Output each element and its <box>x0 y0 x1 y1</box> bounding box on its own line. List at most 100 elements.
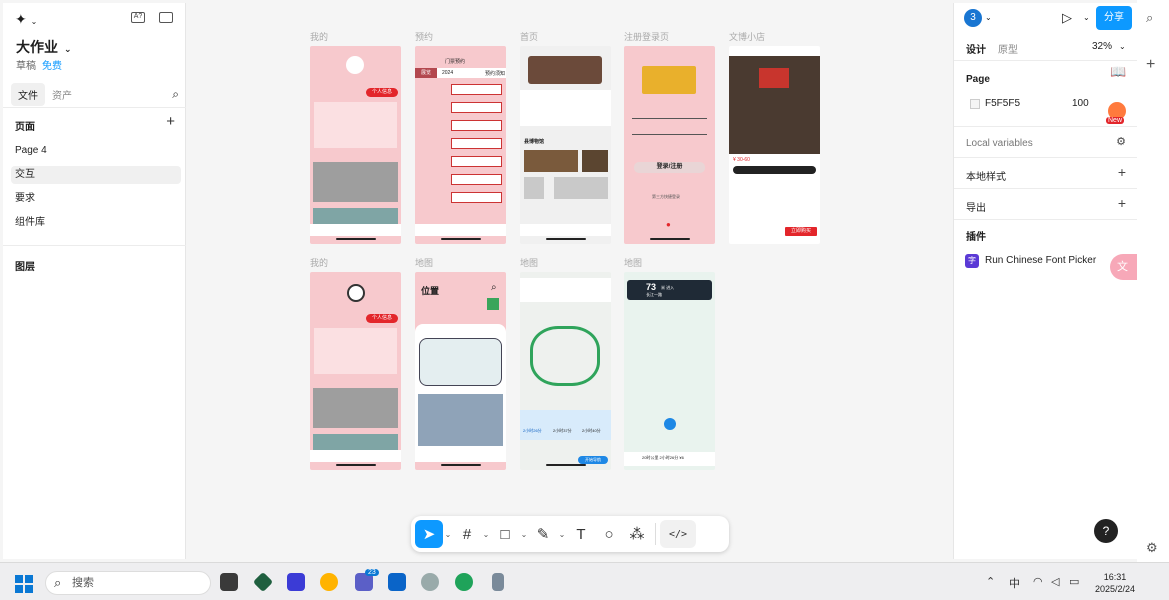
frame-label[interactable]: 地图 <box>520 256 538 269</box>
time-slot[interactable] <box>451 120 502 131</box>
frame-navigation[interactable]: 73 米 进入 长江一路 20时公里 2小时26分 ¥6 <box>624 272 715 470</box>
plan-badge[interactable]: 免费 <box>42 61 62 72</box>
tab-notice[interactable]: 预约须知 <box>485 70 505 77</box>
chevron-down-icon[interactable]: ⌄ <box>1119 42 1126 51</box>
taskbar-clock[interactable]: 16:31 2025/2/24 <box>1095 571 1135 595</box>
assistant-avatar[interactable]: New <box>1106 100 1128 124</box>
text-tool-icon[interactable]: T <box>567 520 595 548</box>
search-icon[interactable]: ⌕ <box>491 282 497 293</box>
ime-indicator[interactable]: 中 <box>1009 575 1020 591</box>
page-item-interaction[interactable]: 交互 <box>11 166 181 184</box>
app-icon[interactable] <box>421 573 439 591</box>
chevron-down-icon[interactable]: ⌄ <box>557 530 567 539</box>
settings-app-icon[interactable] <box>320 573 338 591</box>
frame-shop[interactable]: ¥ 30-60 立即购买 <box>729 46 820 244</box>
personal-info-button[interactable]: 个人信息 <box>366 314 398 323</box>
gear-icon[interactable]: ⚙ <box>1146 540 1158 556</box>
volume-icon[interactable]: ◁ <box>1051 575 1059 588</box>
start-navigation-button[interactable]: 开始导航 <box>578 456 608 464</box>
drafts-link[interactable]: 草稿 <box>16 61 36 72</box>
login-button[interactable]: 登录/注册 <box>634 162 705 173</box>
chevron-down-icon[interactable]: ⌄ <box>64 44 72 54</box>
personal-info-button[interactable]: 个人信息 <box>366 88 398 97</box>
route-time[interactable]: 2小时26分 <box>523 428 542 434</box>
comment-tool-icon[interactable]: ○ <box>595 520 623 548</box>
plugin-icon[interactable]: 字 <box>965 254 979 268</box>
present-icon[interactable]: ▷ <box>1062 10 1072 26</box>
frame-label[interactable]: 首页 <box>520 30 538 43</box>
frame-label[interactable]: 注册登录页 <box>624 30 669 43</box>
add-export-icon[interactable]: + <box>1118 195 1126 211</box>
tab-prototype[interactable]: 原型 <box>998 41 1018 56</box>
chevron-down-icon[interactable]: ⌄ <box>519 530 529 539</box>
time-slot[interactable] <box>451 84 502 95</box>
phone-field[interactable] <box>632 118 707 119</box>
page-item-requirements[interactable]: 要求 <box>11 190 181 208</box>
user-avatar[interactable]: 3 <box>964 9 982 27</box>
frame-home[interactable]: 县博物馆 <box>520 46 611 244</box>
tray-chevron-icon[interactable]: ⌃ <box>986 575 995 588</box>
frame-label[interactable]: 预约 <box>415 30 433 43</box>
taskbar-search[interactable]: 搜索 <box>45 571 211 595</box>
add-style-icon[interactable]: + <box>1118 164 1126 180</box>
zoom-level[interactable]: 32% <box>1092 41 1112 52</box>
project-title[interactable]: 大作业 ⌄ <box>16 37 72 57</box>
time-slot[interactable] <box>451 174 502 185</box>
shop-option[interactable] <box>733 166 816 174</box>
buy-now-button[interactable]: 立即购买 <box>785 227 817 236</box>
app-icon[interactable] <box>252 571 274 593</box>
wifi-icon[interactable]: ◠ <box>1033 575 1043 588</box>
figma-menu-icon[interactable]: ✦ ⌄ <box>15 11 37 28</box>
time-slot[interactable] <box>451 138 502 149</box>
tab-files[interactable]: 文件 <box>11 83 45 106</box>
battery-icon[interactable]: ▭ <box>1069 575 1079 588</box>
translate-icon[interactable]: 文 <box>1110 254 1140 280</box>
frame-label[interactable]: 地图 <box>624 256 642 269</box>
frame-reservation[interactable]: 门票预约 展览 2024 预约须知 <box>415 46 506 244</box>
route-time[interactable]: 2小时40分 <box>582 428 601 434</box>
move-tool-icon[interactable]: ➤ <box>415 520 443 548</box>
design-canvas[interactable]: 我的 预约 首页 注册登录页 文博小店 个人信息 门票预约 展览 2024 预约… <box>187 0 953 562</box>
frame-label[interactable]: 我的 <box>310 256 328 269</box>
variables-icon[interactable]: ⚙ <box>1116 135 1126 148</box>
page-color-swatch[interactable] <box>970 99 980 109</box>
frame-label[interactable]: 文博小店 <box>729 30 765 43</box>
frame-label[interactable]: 我的 <box>310 30 328 43</box>
search-icon[interactable]: ⌕ <box>1146 10 1153 26</box>
actions-tool-icon[interactable]: ⁂ <box>623 520 651 548</box>
book-icon[interactable]: 📖 <box>1110 64 1126 80</box>
edge-icon[interactable] <box>455 573 473 591</box>
tab-design[interactable]: 设计 <box>966 41 986 56</box>
terminal-icon[interactable] <box>220 573 238 591</box>
chevron-down-icon[interactable]: ⌄ <box>481 530 491 539</box>
chevron-down-icon[interactable]: ⌄ <box>443 530 453 539</box>
page-opacity[interactable]: 100 <box>1072 98 1089 109</box>
pen-tool-icon[interactable]: ✎ <box>529 520 557 548</box>
wechat-icon[interactable]: ● <box>666 220 671 229</box>
frame-tool-icon[interactable]: # <box>453 520 481 548</box>
share-button[interactable]: 分享 <box>1096 6 1132 30</box>
frame-mine[interactable]: 个人信息 <box>310 46 401 244</box>
frame-label[interactable]: 地图 <box>415 256 433 269</box>
sidebar-toggle-icon[interactable] <box>159 12 173 23</box>
page-item-page4[interactable]: Page 4 <box>11 142 181 160</box>
tab-assets[interactable]: 资产 <box>45 83 79 106</box>
frame-location[interactable]: 位置 ⌕ <box>415 272 506 470</box>
help-button[interactable]: ? <box>1094 519 1118 543</box>
tab-exhibition[interactable]: 展览 <box>415 68 437 78</box>
page-item-components[interactable]: 组件库 <box>11 214 181 232</box>
route-options[interactable] <box>520 410 611 440</box>
search-icon[interactable]: ⌕ <box>172 87 179 102</box>
app-icon[interactable] <box>492 573 504 591</box>
code-field[interactable] <box>632 134 707 135</box>
dev-mode-icon[interactable]: </> <box>660 520 696 548</box>
plugin-run-chinese-font-picker[interactable]: Run Chinese Font Picker <box>985 255 1096 266</box>
local-variables-label[interactable]: Local variables <box>966 138 1033 149</box>
app-icon[interactable] <box>287 573 305 591</box>
time-slot[interactable] <box>451 156 502 167</box>
mini-map[interactable] <box>419 338 502 386</box>
add-icon[interactable]: + <box>1146 56 1155 74</box>
frame-login[interactable]: 登录/注册 第三方快捷登录 ● <box>624 46 715 244</box>
tab-year[interactable]: 2024 <box>442 70 453 76</box>
outlook-icon[interactable] <box>388 573 406 591</box>
